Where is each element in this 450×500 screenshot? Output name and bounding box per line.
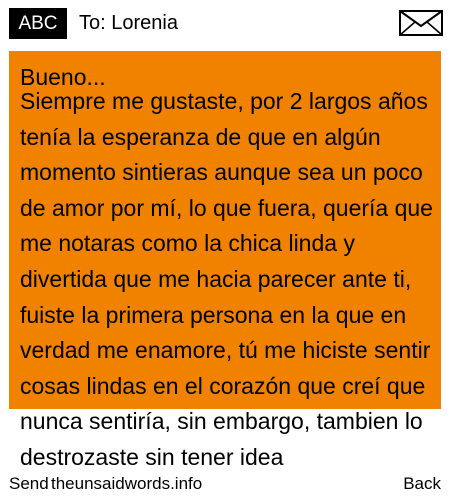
recipient-label: To: Lorenia bbox=[79, 12, 178, 34]
send-softkey[interactable]: Send bbox=[9, 473, 49, 495]
website-label: theunsaidwords.info bbox=[51, 474, 203, 493]
message-body: Siempre me gustaste, por 2 largos años t… bbox=[20, 88, 433, 470]
message-header: ABC To: Lorenia bbox=[0, 0, 450, 46]
input-mode-badge[interactable]: ABC bbox=[9, 8, 67, 39]
softkey-bar: Send theunsaidwords.info Back bbox=[0, 470, 450, 500]
back-softkey[interactable]: Back bbox=[403, 473, 441, 495]
envelope-icon bbox=[399, 10, 443, 36]
